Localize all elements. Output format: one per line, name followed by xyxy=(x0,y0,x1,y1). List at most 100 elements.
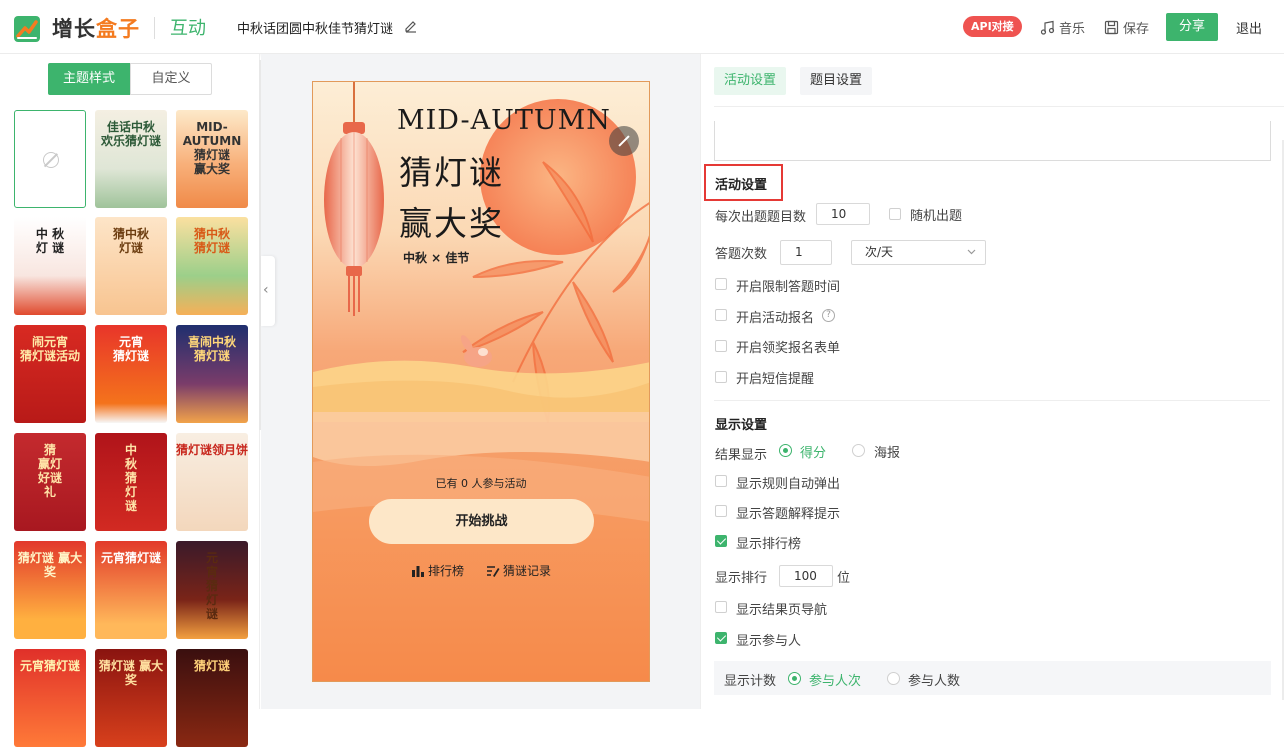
result-display-label: 结果显示 xyxy=(715,448,768,463)
logo-text: 增长盒子 xyxy=(52,17,140,41)
attempts-unit-value: 次/天 xyxy=(865,245,894,259)
theme-thumbnail-text: 元宵 猜灯谜 xyxy=(112,335,149,363)
theme-thumbnail-text: 闹元宵 猜灯谜活动 xyxy=(19,335,80,363)
music-toggle-icon[interactable] xyxy=(609,126,639,156)
save-button[interactable]: 保存 xyxy=(1104,18,1149,37)
theme-thumbnail-text: 猜中秋 猜灯谜 xyxy=(193,227,230,255)
edit-icon[interactable] xyxy=(404,19,418,33)
theme-thumbnail-theme-red-prize[interactable]: 猜 赢灯 好谜 礼 xyxy=(14,433,86,531)
theme-thumbnail-text: 喜闹中秋 猜灯谜 xyxy=(187,335,236,363)
tab-custom[interactable]: 自定义 xyxy=(130,63,212,95)
theme-thumbnail-theme-rabbits-red[interactable]: 元宵猜灯谜 xyxy=(95,541,167,639)
theme-thumbnail-theme-prize-2[interactable]: 猜灯谜 赢大奖 xyxy=(95,649,167,747)
theme-thumbnail-text: 猜灯谜 xyxy=(193,659,230,673)
theme-thumbnail-theme-yuanxiao[interactable]: 元宵 猜灯谜 xyxy=(95,325,167,423)
theme-tabs: 主题样式 自定义 xyxy=(48,63,212,95)
theme-thumbnail-theme-rabbit-mooncake[interactable]: 猜灯谜领月饼 xyxy=(176,433,248,531)
logo-icon xyxy=(14,16,40,42)
exit-button[interactable]: 退出 xyxy=(1236,18,1262,37)
theme-thumbnail-theme-dark-gold[interactable]: 猜灯谜 xyxy=(176,649,248,747)
prize-form-checkbox[interactable] xyxy=(715,340,727,352)
count-people-radio[interactable] xyxy=(887,672,900,685)
api-badge[interactable]: API对接 xyxy=(963,16,1022,37)
result-score-label: 得分 xyxy=(800,446,827,461)
tab-question-settings[interactable]: 题目设置 xyxy=(800,67,873,95)
attempts-input[interactable]: 1 xyxy=(780,240,832,265)
section-activity-settings: 活动设置 xyxy=(715,178,768,193)
preview-line-1: 猜灯谜 xyxy=(399,153,504,192)
questions-per-round-input[interactable]: 10 xyxy=(816,203,870,225)
records-link[interactable]: 猜谜记录 xyxy=(486,562,551,579)
sms-checkbox[interactable] xyxy=(715,371,727,383)
attempts-unit-select[interactable]: 次/天 xyxy=(851,240,986,265)
share-button[interactable]: 分享 xyxy=(1166,13,1218,41)
attempts-label: 答题次数 xyxy=(715,247,768,262)
theme-thumbnail-text: 猜灯谜领月饼 xyxy=(176,443,248,457)
chevron-left-icon: ‹ xyxy=(263,282,269,298)
theme-thumbnail-theme-red-mid[interactable]: 中 秋 猜 灯 谜 xyxy=(95,433,167,531)
result-nav-checkbox[interactable] xyxy=(715,601,727,613)
theme-thumbnail-theme-yuanxiao-2[interactable]: 元宵猜灯谜 xyxy=(14,649,86,747)
section-divider xyxy=(714,400,1270,401)
show-participants-checkbox[interactable] xyxy=(715,632,727,644)
limit-time-label: 开启限制答题时间 xyxy=(736,280,841,295)
answer-hint-checkbox[interactable] xyxy=(715,505,727,517)
theme-thumbnail-none[interactable] xyxy=(14,110,86,208)
random-label: 随机出题 xyxy=(910,209,963,224)
music-label: 音乐 xyxy=(1059,22,1086,37)
collapse-panel-button[interactable]: ‹ xyxy=(261,256,275,326)
preview-subtitle: 中秋 × 佳节 xyxy=(403,251,470,265)
start-challenge-button[interactable]: 开始挑战 xyxy=(369,499,594,544)
ranking-count-label: 显示排行 xyxy=(715,571,768,586)
show-ranking-label: 显示排行榜 xyxy=(736,537,802,552)
theme-thumbnail-theme-prize-red[interactable]: 猜灯谜 赢大奖 xyxy=(14,541,86,639)
sms-label: 开启短信提醒 xyxy=(736,372,815,387)
participants-count: 已有 0 人参与活动 xyxy=(435,477,527,490)
count-times-radio[interactable] xyxy=(788,672,801,685)
registration-checkbox[interactable] xyxy=(715,309,727,321)
theme-thumbnail-text: 元 宵 猜 灯 谜 xyxy=(205,551,218,621)
settings-panel: 活动设置 题目设置 活动设置 每次出题题目数 10 随机出题 答题次数 1 次/… xyxy=(700,54,1284,709)
registration-label: 开启活动报名 xyxy=(736,311,815,326)
tab-activity-settings[interactable]: 活动设置 xyxy=(714,67,787,95)
result-poster-radio[interactable] xyxy=(852,444,865,457)
count-times-label: 参与人次 xyxy=(809,674,862,689)
records-label: 猜谜记录 xyxy=(503,564,552,578)
theme-thumbnail-text: 佳话中秋 欢乐猜灯谜 xyxy=(100,120,161,148)
ranking-link[interactable]: 排行榜 xyxy=(411,562,464,579)
show-participants-label: 显示参与人 xyxy=(736,634,802,649)
result-nav-label: 显示结果页导航 xyxy=(736,603,828,618)
help-icon[interactable]: ? xyxy=(822,309,835,322)
theme-thumbnail-theme-lantern-dark[interactable]: 元 宵 猜 灯 谜 xyxy=(176,541,248,639)
music-button[interactable]: 音乐 xyxy=(1040,18,1085,37)
answer-hint-label: 显示答题解释提示 xyxy=(736,507,841,522)
tab-theme-style[interactable]: 主题样式 xyxy=(48,63,130,95)
prize-form-label: 开启领奖报名表单 xyxy=(736,341,841,356)
bar-chart-icon xyxy=(411,566,424,577)
rules-popup-checkbox[interactable] xyxy=(715,475,727,487)
rules-popup-label: 显示规则自动弹出 xyxy=(736,477,841,492)
edit-note-icon xyxy=(487,566,500,577)
theme-thumbnail-theme-mid-autumn-orange[interactable]: MID-AUTUMN 猜灯谜 赢大奖 xyxy=(176,110,248,208)
phone-preview: MID-AUTUMN 猜灯谜 赢大奖 中秋 × 佳节 已有 0 人参与活动 开始… xyxy=(312,81,650,682)
section-display-settings: 显示设置 xyxy=(715,418,768,433)
count-display-label: 显示计数 xyxy=(724,674,777,689)
preview-title-en: MID-AUTUMN xyxy=(397,105,611,136)
theme-thumbnail-theme-lantern-red[interactable]: 中 秋 灯 谜 xyxy=(14,217,86,315)
theme-thumbnail-theme-rabbit-green[interactable]: 猜中秋 猜灯谜 xyxy=(176,217,248,315)
theme-thumbnail-theme-moon-orange[interactable]: 猜中秋 灯谜 xyxy=(95,217,167,315)
limit-time-checkbox[interactable] xyxy=(715,278,727,290)
theme-thumbnail-theme-night-lanterns[interactable]: 喜闹中秋 猜灯谜 xyxy=(176,325,248,423)
theme-panel: 主题样式 自定义 佳话中秋 欢乐猜灯谜 MID-AUTUMN 猜灯谜 赢大奖中 秋… xyxy=(0,54,260,747)
theme-thumbnail-text: 中 秋 猜 灯 谜 xyxy=(124,443,137,513)
theme-thumbnail-theme-lantern-festival[interactable]: 闹元宵 猜灯谜活动 xyxy=(14,325,86,423)
theme-thumbnail-text: 元宵猜灯谜 xyxy=(19,659,80,673)
theme-thumbnail-text: MID-AUTUMN 猜灯谜 赢大奖 xyxy=(182,120,242,176)
ranking-count-input[interactable]: 100 xyxy=(779,565,833,587)
count-display-row: 显示计数 参与人次 参与人数 xyxy=(714,661,1271,695)
result-score-radio[interactable] xyxy=(779,444,792,457)
random-checkbox[interactable] xyxy=(889,208,901,220)
description-textarea[interactable] xyxy=(714,121,1271,161)
show-ranking-checkbox[interactable] xyxy=(715,535,727,547)
theme-thumbnail-theme-birds[interactable]: 佳话中秋 欢乐猜灯谜 xyxy=(95,110,167,208)
